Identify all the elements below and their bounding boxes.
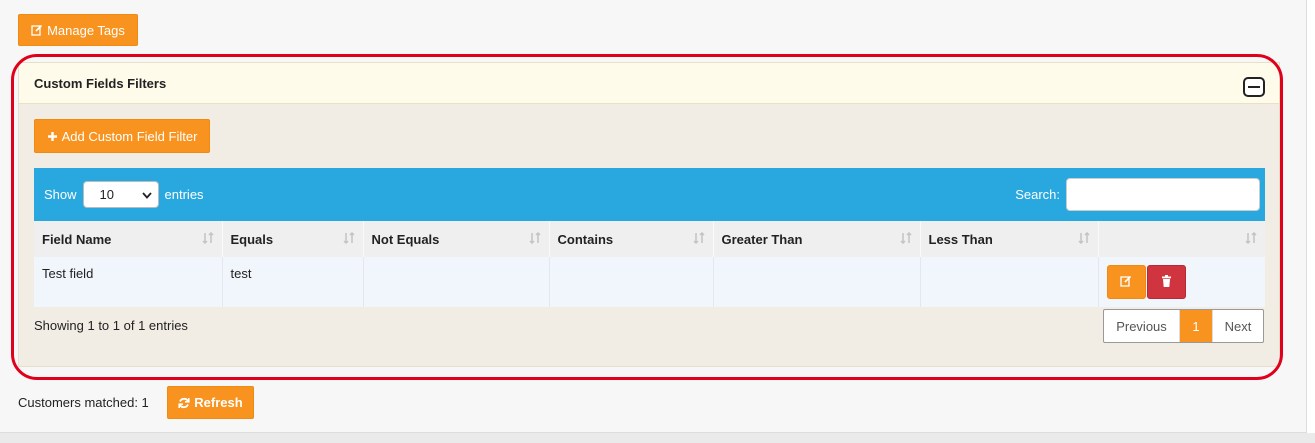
customers-matched-text: Customers matched: 1 (18, 395, 149, 410)
table-header-row: Field Name Equals Not Equals Contains Gr… (34, 221, 1265, 257)
cell-actions (1097, 257, 1265, 307)
page-length-select[interactable]: 10 (82, 181, 159, 208)
collapse-minus-icon[interactable] (1243, 77, 1265, 97)
show-label: Show (44, 187, 77, 202)
datatable-toolbar: Show 10 entries Search: (34, 168, 1265, 221)
sort-icon (342, 231, 355, 247)
plus-icon (47, 131, 58, 142)
search-label: Search: (1015, 187, 1060, 202)
sort-icon (692, 231, 705, 247)
panel-header: Custom Fields Filters (19, 63, 1279, 104)
bottom-edge (0, 433, 1315, 443)
page-length-control: Show 10 entries (44, 181, 204, 208)
table-info: Showing 1 to 1 of 1 entries (34, 318, 188, 333)
sort-icon (528, 231, 541, 247)
search-control: Search: (1015, 178, 1260, 211)
chevron-down-icon (141, 187, 152, 202)
column-header-actions[interactable] (1097, 221, 1265, 257)
add-custom-field-filter-button[interactable]: Add Custom Field Filter (34, 119, 210, 153)
add-filter-label: Add Custom Field Filter (61, 128, 198, 144)
manage-tags-button[interactable]: Manage Tags (18, 14, 138, 46)
column-header-greater-than[interactable]: Greater Than (712, 221, 920, 257)
trash-icon (1161, 274, 1172, 290)
column-header-equals[interactable]: Equals (221, 221, 363, 257)
refresh-label: Refresh (194, 395, 243, 410)
edit-icon (31, 24, 43, 36)
sort-icon (1077, 231, 1090, 247)
cell-not-equals (362, 257, 549, 307)
column-header-less-than[interactable]: Less Than (919, 221, 1098, 257)
cell-equals: test (221, 257, 363, 307)
edit-row-button[interactable] (1106, 265, 1146, 299)
scrollbar-track[interactable] (1307, 0, 1315, 443)
sort-icon (899, 231, 912, 247)
refresh-icon (178, 397, 190, 409)
entries-label: entries (164, 187, 204, 202)
pagination-next[interactable]: Next (1212, 310, 1263, 342)
page-length-value: 10 (99, 187, 114, 202)
cell-less-than (919, 257, 1098, 307)
column-header-field-name[interactable]: Field Name (34, 221, 222, 257)
column-header-contains[interactable]: Contains (548, 221, 713, 257)
custom-fields-filters-panel: Custom Fields Filters Add Custom Field F… (18, 62, 1280, 367)
cell-greater-than (712, 257, 920, 307)
table-row: Test field test (34, 257, 1265, 307)
delete-row-button[interactable] (1146, 265, 1186, 299)
column-header-not-equals[interactable]: Not Equals (362, 221, 549, 257)
manage-tags-label: Manage Tags (47, 22, 125, 38)
pagination: Previous 1 Next (1103, 309, 1264, 343)
filters-table: Field Name Equals Not Equals Contains Gr… (34, 221, 1265, 307)
search-input[interactable] (1066, 178, 1260, 211)
pagination-previous[interactable]: Previous (1104, 310, 1180, 342)
cell-field-name: Test field (34, 257, 222, 307)
sort-icon (201, 231, 214, 247)
pagination-page-1[interactable]: 1 (1180, 310, 1212, 342)
panel-title: Custom Fields Filters (34, 75, 167, 91)
sort-icon (1245, 231, 1257, 247)
cell-contains (548, 257, 713, 307)
refresh-button[interactable]: Refresh (167, 386, 254, 419)
edit-icon (1120, 275, 1132, 290)
